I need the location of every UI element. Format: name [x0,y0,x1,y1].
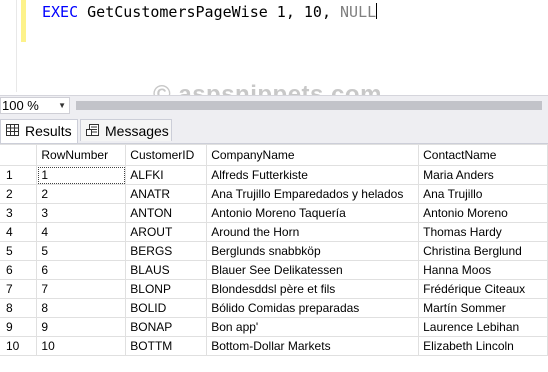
table-row[interactable]: 7 7 BLONP Blondesddsl père et fils Frédé… [0,279,548,299]
table-row[interactable]: 6 6 BLAUS Blauer See Delikatessen Hanna … [0,260,548,280]
cell-contactname[interactable]: Ana Trujillo [418,184,548,204]
column-header-rownumber[interactable]: RowNumber [36,144,127,166]
cell-customerid[interactable]: BOLID [125,298,208,318]
sql-procedure-call: GetCustomersPageWise 1, 10, [87,3,341,21]
row-header[interactable]: 1 [0,165,38,185]
cell-customerid[interactable]: BOTTM [125,336,208,356]
tab-results-label: Results [25,123,72,139]
text-caret [376,3,378,19]
scrollbar-thumb[interactable] [76,101,542,110]
cell-rownumber[interactable]: 4 [36,222,127,242]
cell-rownumber[interactable]: 7 [36,279,127,299]
cell-contactname[interactable]: Elizabeth Lincoln [418,336,548,356]
cell-companyname[interactable]: Around the Horn [206,222,420,242]
cell-rownumber[interactable]: 1 [36,165,127,185]
table-row[interactable]: 4 4 AROUT Around the Horn Thomas Hardy [0,222,548,242]
zoom-bar: 100 % ▼ [0,95,548,115]
tab-messages[interactable]: Messages [80,119,172,141]
sql-keyword-exec: EXEC [42,3,79,21]
cell-companyname[interactable]: Blauer See Delikatessen [206,260,420,280]
cell-contactname[interactable]: Hanna Moos [418,260,548,280]
table-row[interactable]: 9 9 BONAP Bon app' Laurence Lebihan [0,317,548,337]
table-row[interactable]: 8 8 BOLID Bólido Comidas preparadas Mart… [0,298,548,318]
row-header[interactable]: 6 [0,260,38,280]
cell-rownumber[interactable]: 3 [36,203,127,223]
horizontal-scrollbar[interactable] [76,101,542,110]
row-header[interactable]: 7 [0,279,38,299]
tab-messages-label: Messages [105,123,169,139]
cell-customerid[interactable]: BONAP [125,317,208,337]
cell-contactname[interactable]: Maria Anders [418,165,548,185]
table-row[interactable]: 1 1 ALFKI Alfreds Futterkiste Maria Ande… [0,165,548,185]
table-row[interactable]: 5 5 BERGS Berglunds snabbköp Christina B… [0,241,548,261]
column-header-contactname[interactable]: ContactName [418,144,548,166]
cell-companyname[interactable]: Ana Trujillo Emparedados y helados [206,184,420,204]
query-editor[interactable]: EXEC GetCustomersPageWise 1, 10, NULL [0,0,548,92]
grid-header-row: RowNumber CustomerID CompanyName Contact… [0,144,548,166]
cell-rownumber[interactable]: 6 [36,260,127,280]
cell-customerid[interactable]: AROUT [125,222,208,242]
sql-statement[interactable]: EXEC GetCustomersPageWise 1, 10, NULL [42,3,378,21]
cell-rownumber[interactable]: 5 [36,241,127,261]
cell-companyname[interactable]: Antonio Moreno Taquería [206,203,420,223]
cell-contactname[interactable]: Antonio Moreno [418,203,548,223]
cell-customerid[interactable]: BLONP [125,279,208,299]
editor-gutter [16,0,17,92]
zoom-value: 100 % [2,98,39,113]
cell-companyname[interactable]: Bottom-Dollar Markets [206,336,420,356]
table-row[interactable]: 10 10 BOTTM Bottom-Dollar Markets Elizab… [0,336,548,356]
changed-line-marker [21,0,26,42]
grid-icon [6,124,19,136]
cell-companyname[interactable]: Berglunds snabbköp [206,241,420,261]
cell-contactname[interactable]: Thomas Hardy [418,222,548,242]
row-header[interactable]: 10 [0,336,38,356]
cell-rownumber[interactable]: 9 [36,317,127,337]
row-header[interactable]: 2 [0,184,38,204]
row-header[interactable]: 3 [0,203,38,223]
dropdown-arrow-icon[interactable]: ▼ [58,98,66,113]
grid-corner[interactable] [0,144,38,166]
row-header[interactable]: 5 [0,241,38,261]
cell-contactname[interactable]: Martín Sommer [418,298,548,318]
row-header[interactable]: 4 [0,222,38,242]
row-header[interactable]: 8 [0,298,38,318]
tab-results[interactable]: Results [0,119,78,143]
cell-contactname[interactable]: Christina Berglund [418,241,548,261]
messages-icon [86,124,99,136]
cell-contactname[interactable]: Frédérique Citeaux [418,279,548,299]
cell-contactname[interactable]: Laurence Lebihan [418,317,548,337]
table-row[interactable]: 2 2 ANATR Ana Trujillo Emparedados y hel… [0,184,548,204]
cell-companyname[interactable]: Bólido Comidas preparadas [206,298,420,318]
cell-customerid[interactable]: ANTON [125,203,208,223]
cell-customerid[interactable]: BERGS [125,241,208,261]
cell-rownumber[interactable]: 2 [36,184,127,204]
zoom-select[interactable]: 100 % ▼ [0,97,70,114]
column-header-companyname[interactable]: CompanyName [206,144,420,166]
cell-rownumber[interactable]: 8 [36,298,127,318]
cell-rownumber[interactable]: 10 [36,336,127,356]
sql-null-keyword: NULL [340,3,377,21]
cell-customerid[interactable]: ALFKI [125,165,208,185]
row-header[interactable]: 9 [0,317,38,337]
cell-companyname[interactable]: Blondesddsl père et fils [206,279,420,299]
results-tab-bar: Results Messages [0,115,548,144]
cell-companyname[interactable]: Alfreds Futterkiste [206,165,420,185]
cell-companyname[interactable]: Bon app' [206,317,420,337]
column-header-customerid[interactable]: CustomerID [125,144,208,166]
results-grid[interactable]: RowNumber CustomerID CompanyName Contact… [0,144,548,356]
cell-customerid[interactable]: BLAUS [125,260,208,280]
cell-customerid[interactable]: ANATR [125,184,208,204]
table-row[interactable]: 3 3 ANTON Antonio Moreno Taquería Antoni… [0,203,548,223]
